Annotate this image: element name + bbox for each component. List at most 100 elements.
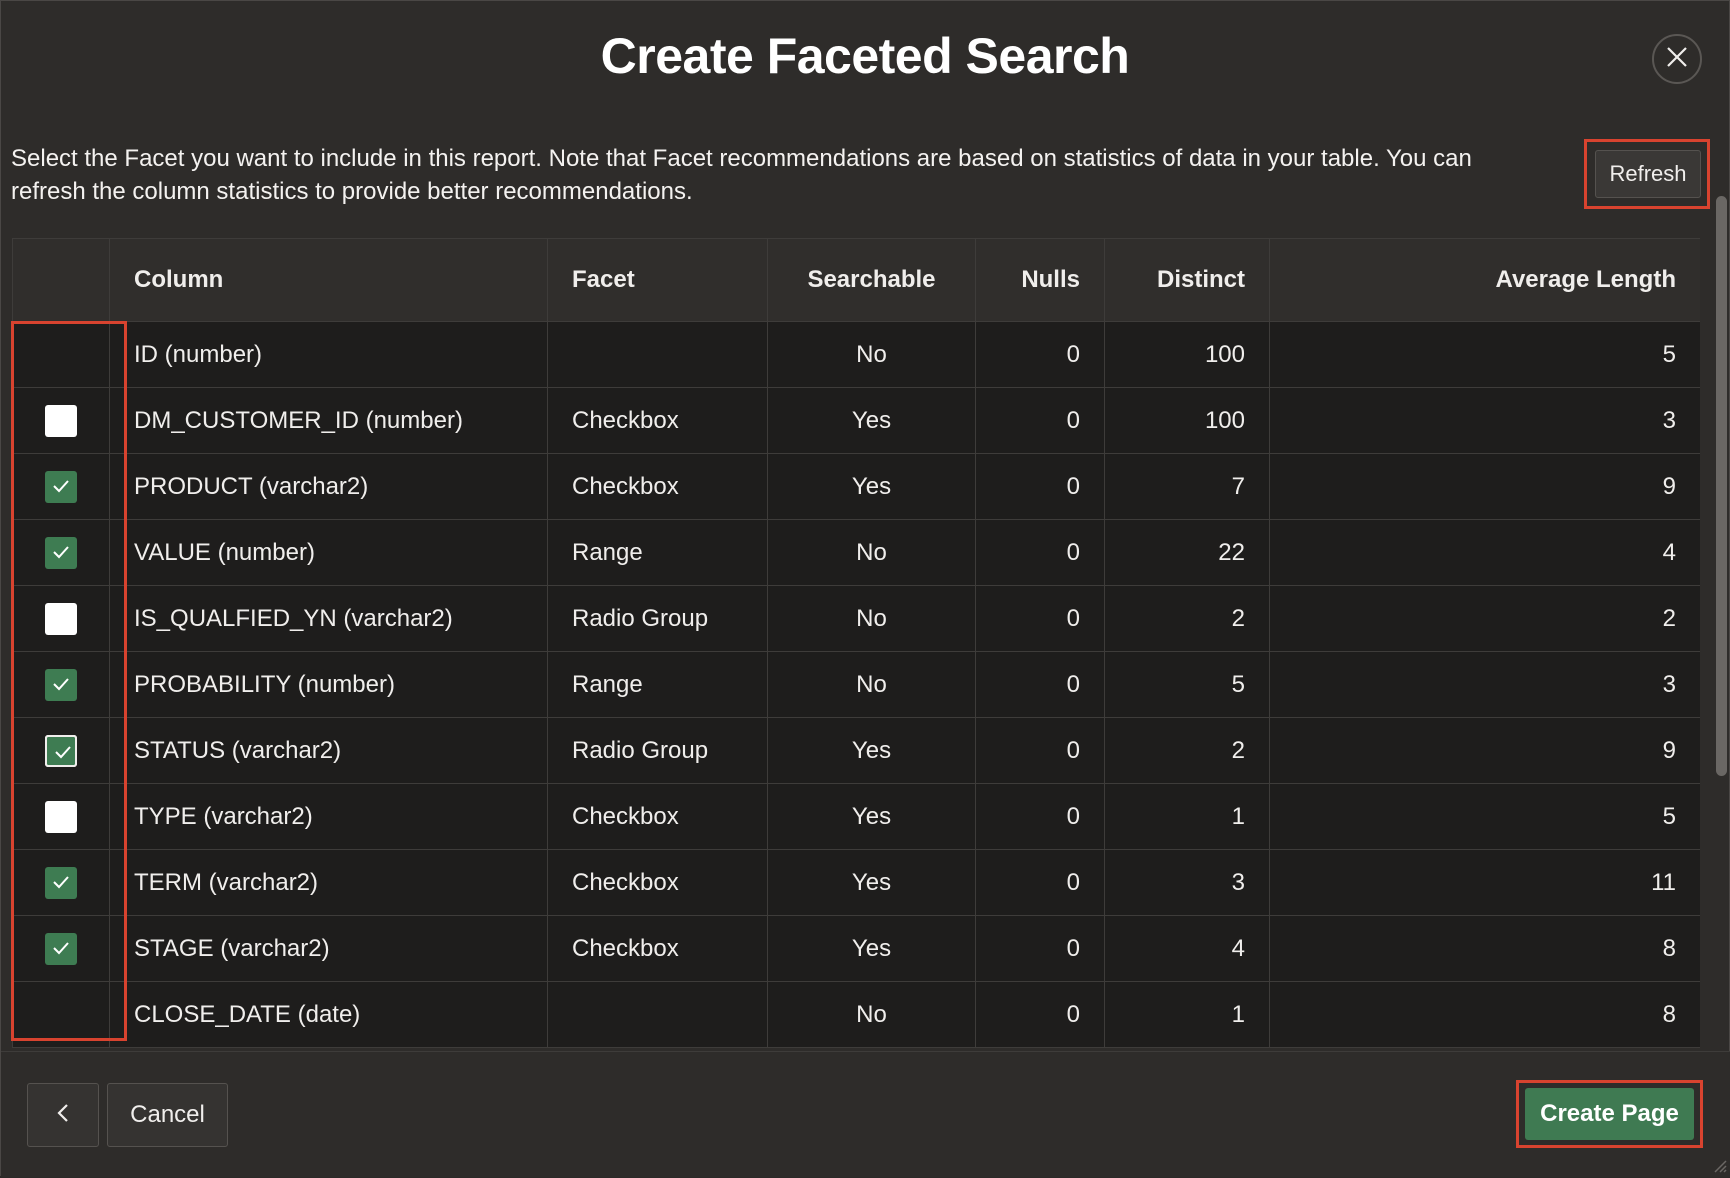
close-icon bbox=[1666, 46, 1688, 73]
average-length-cell: 8 bbox=[1269, 915, 1700, 982]
distinct-cell: 22 bbox=[1104, 519, 1270, 586]
checkbox-checked[interactable] bbox=[45, 536, 77, 569]
table-row: STAGE (varchar2) Checkbox Yes 0 4 8 bbox=[12, 915, 1700, 982]
facet-cell bbox=[547, 321, 768, 388]
facet-cell: Checkbox bbox=[547, 783, 768, 850]
close-button[interactable] bbox=[1652, 34, 1702, 84]
average-length-cell: 5 bbox=[1269, 783, 1700, 850]
chevron-left-icon bbox=[56, 1102, 70, 1129]
nulls-cell: 0 bbox=[975, 783, 1105, 850]
searchable-cell: Yes bbox=[767, 717, 976, 784]
select-cell bbox=[12, 651, 110, 718]
checkmark-icon bbox=[53, 875, 69, 888]
dialog-footer: Cancel Create Page bbox=[1, 1051, 1730, 1177]
dialog-title: Create Faceted Search bbox=[600, 28, 1130, 84]
average-length-cell: 11 bbox=[1269, 849, 1700, 916]
nulls-cell: 0 bbox=[975, 849, 1105, 916]
column-cell: CLOSE_DATE (date) bbox=[109, 981, 548, 1048]
table-header-row: Column Facet Searchable Nulls Distinct A… bbox=[12, 238, 1700, 322]
column-cell: PROBABILITY (number) bbox=[109, 651, 548, 718]
checkbox-checked[interactable] bbox=[45, 668, 77, 701]
checkbox-checked[interactable] bbox=[45, 734, 77, 767]
header-select bbox=[12, 238, 110, 322]
distinct-cell: 4 bbox=[1104, 915, 1270, 982]
distinct-cell: 2 bbox=[1104, 585, 1270, 652]
searchable-cell: Yes bbox=[767, 387, 976, 454]
header-searchable: Searchable bbox=[767, 238, 976, 322]
checkbox-checked[interactable] bbox=[45, 932, 77, 965]
facet-cell bbox=[547, 981, 768, 1048]
select-cell bbox=[12, 981, 110, 1048]
facet-cell: Range bbox=[547, 651, 768, 718]
searchable-cell: Yes bbox=[767, 849, 976, 916]
searchable-cell: No bbox=[767, 981, 976, 1048]
distinct-cell: 3 bbox=[1104, 849, 1270, 916]
column-cell: DM_CUSTOMER_ID (number) bbox=[109, 387, 548, 454]
facet-cell: Checkbox bbox=[547, 387, 768, 454]
distinct-cell: 2 bbox=[1104, 717, 1270, 784]
select-cell bbox=[12, 783, 110, 850]
select-cell bbox=[12, 915, 110, 982]
select-cell bbox=[12, 717, 110, 784]
average-length-cell: 2 bbox=[1269, 585, 1700, 652]
facet-cell: Range bbox=[547, 519, 768, 586]
resize-grip-icon[interactable] bbox=[1713, 1159, 1727, 1173]
average-length-cell: 4 bbox=[1269, 519, 1700, 586]
create-page-button[interactable]: Create Page bbox=[1525, 1088, 1694, 1140]
checkmark-icon bbox=[53, 677, 69, 690]
header-nulls: Nulls bbox=[975, 238, 1105, 322]
refresh-highlight: Refresh bbox=[1584, 139, 1710, 209]
facet-cell: Checkbox bbox=[547, 849, 768, 916]
distinct-cell: 1 bbox=[1104, 783, 1270, 850]
nulls-cell: 0 bbox=[975, 321, 1105, 388]
column-cell: ID (number) bbox=[109, 321, 548, 388]
nulls-cell: 0 bbox=[975, 651, 1105, 718]
refresh-button[interactable]: Refresh bbox=[1595, 150, 1701, 198]
select-cell bbox=[12, 849, 110, 916]
nulls-cell: 0 bbox=[975, 915, 1105, 982]
average-length-cell: 9 bbox=[1269, 717, 1700, 784]
table-row: STATUS (varchar2) Radio Group Yes 0 2 9 bbox=[12, 717, 1700, 784]
facet-cell: Radio Group bbox=[547, 585, 768, 652]
checkbox-unchecked[interactable] bbox=[45, 602, 77, 635]
select-cell bbox=[12, 453, 110, 520]
header-facet: Facet bbox=[547, 238, 768, 322]
select-cell bbox=[12, 321, 110, 388]
cancel-button[interactable]: Cancel bbox=[107, 1083, 228, 1147]
checkmark-icon bbox=[53, 545, 69, 558]
header-distinct: Distinct bbox=[1104, 238, 1270, 322]
table-row: TYPE (varchar2) Checkbox Yes 0 1 5 bbox=[12, 783, 1700, 850]
table-row: ID (number) No 0 100 5 bbox=[12, 321, 1700, 388]
checkmark-icon bbox=[53, 941, 69, 954]
table-row: PROBABILITY (number) Range No 0 5 3 bbox=[12, 651, 1700, 718]
average-length-cell: 3 bbox=[1269, 651, 1700, 718]
searchable-cell: No bbox=[767, 585, 976, 652]
create-faceted-search-dialog: Create Faceted Search Select the Facet y… bbox=[0, 0, 1730, 1177]
checkbox-checked[interactable] bbox=[45, 866, 77, 899]
nulls-cell: 0 bbox=[975, 453, 1105, 520]
scrollbar[interactable] bbox=[1716, 196, 1727, 776]
checkmark-icon bbox=[55, 745, 71, 758]
average-length-cell: 3 bbox=[1269, 387, 1700, 454]
searchable-cell: Yes bbox=[767, 453, 976, 520]
create-page-highlight: Create Page bbox=[1516, 1080, 1703, 1148]
column-cell: PRODUCT (varchar2) bbox=[109, 453, 548, 520]
column-cell: IS_QUALFIED_YN (varchar2) bbox=[109, 585, 548, 652]
table-row: IS_QUALFIED_YN (varchar2) Radio Group No 0 2… bbox=[12, 585, 1700, 652]
column-cell: STAGE (varchar2) bbox=[109, 915, 548, 982]
select-cell bbox=[12, 585, 110, 652]
searchable-cell: No bbox=[767, 651, 976, 718]
table-row: CLOSE_DATE (date) No 0 1 8 bbox=[12, 981, 1700, 1048]
nulls-cell: 0 bbox=[975, 717, 1105, 784]
table-row: TERM (varchar2) Checkbox Yes 0 3 11 bbox=[12, 849, 1700, 916]
checkbox-unchecked[interactable] bbox=[45, 800, 77, 833]
intro-text: Select the Facet you want to include in … bbox=[11, 145, 1472, 205]
back-button[interactable] bbox=[27, 1083, 99, 1147]
table-row: VALUE (number) Range No 0 22 4 bbox=[12, 519, 1700, 586]
column-cell: STATUS (varchar2) bbox=[109, 717, 548, 784]
checkbox-checked[interactable] bbox=[45, 470, 77, 503]
distinct-cell: 5 bbox=[1104, 651, 1270, 718]
column-cell: TERM (varchar2) bbox=[109, 849, 548, 916]
distinct-cell: 1 bbox=[1104, 981, 1270, 1048]
checkbox-unchecked[interactable] bbox=[45, 404, 77, 437]
